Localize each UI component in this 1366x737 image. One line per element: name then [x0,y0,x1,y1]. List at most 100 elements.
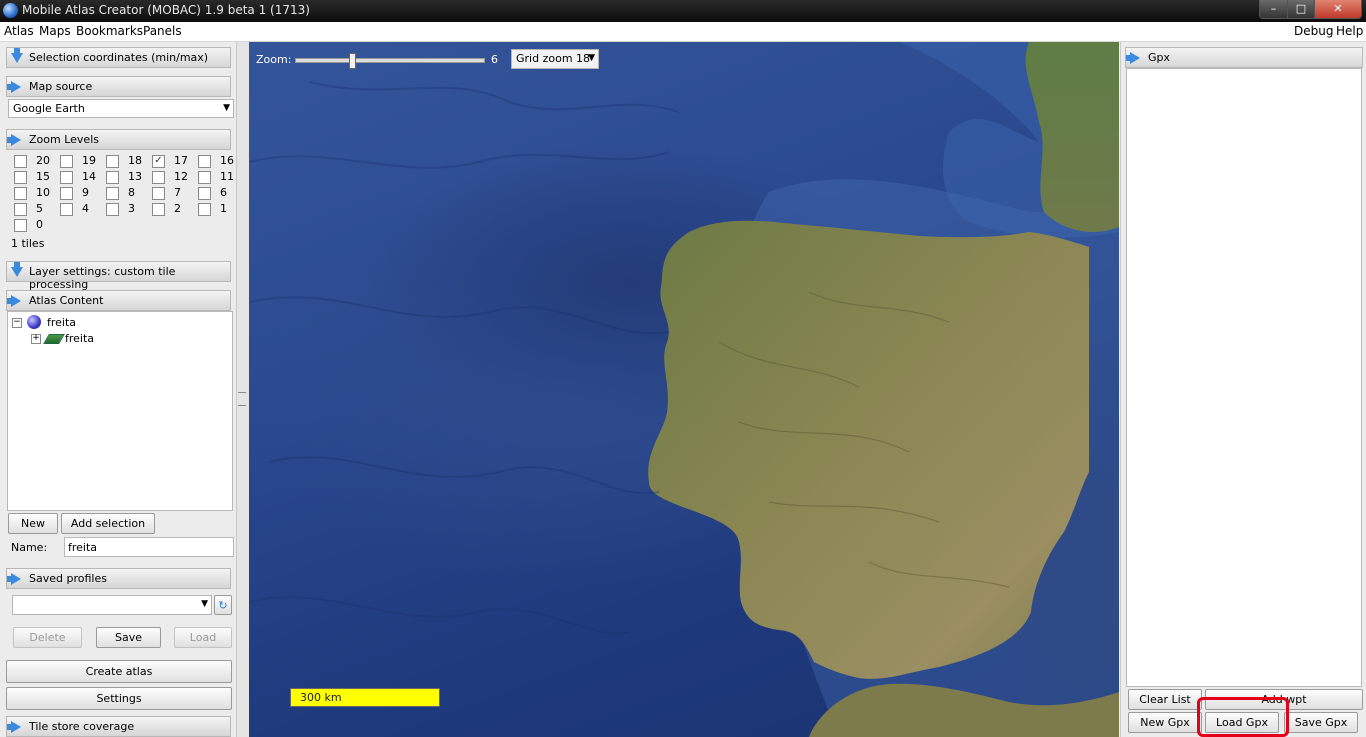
splitter-grip-icon[interactable] [238,392,246,406]
map-source-select[interactable]: Google Earth ▼ [8,99,234,118]
zoom-level-checkbox[interactable] [198,171,211,184]
clear-list-button[interactable]: Clear List [1128,689,1202,710]
grid-zoom-select[interactable]: Grid zoom 18 ▼ [511,49,599,69]
save-gpx-button[interactable]: Save Gpx [1284,712,1358,733]
tree-collapse-icon[interactable]: − [12,318,22,328]
zoom-level-checkbox[interactable] [14,187,27,200]
zoom-slider-thumb[interactable] [349,53,356,69]
layer-icon [43,334,65,344]
tiles-count: 1 tiles [11,237,45,250]
zoom-level-number: 1 [220,202,227,215]
maximize-icon: □ [1295,2,1307,15]
minimize-button[interactable]: – [1259,0,1288,19]
section-title: Gpx [1148,51,1171,64]
zoom-level-checkbox[interactable]: ✓ [152,155,165,168]
atlas-name-field[interactable]: freita [64,537,234,557]
expanded-arrow-icon [1126,52,1140,64]
section-saved-profiles[interactable]: Saved profiles [6,568,231,589]
zoom-level-checkbox[interactable] [14,219,27,232]
section-title: Tile store coverage [29,720,135,733]
atlas-globe-icon [27,315,41,329]
menu-maps[interactable]: Maps [39,24,71,38]
map-view[interactable]: Zoom: 6 Grid zoom 18 ▼ 300 km [249,42,1119,737]
zoom-level-checkbox[interactable] [14,203,27,216]
zoom-level-checkbox[interactable] [106,155,119,168]
refresh-icon: ↻ [218,599,228,612]
zoom-level-checkbox[interactable] [60,171,73,184]
zoom-level-checkbox[interactable] [14,155,27,168]
map-scale-bar: 300 km [290,688,440,707]
zoom-level-number: 8 [128,186,135,199]
gpx-tree-list[interactable] [1126,68,1362,687]
section-atlas-content[interactable]: Atlas Content [6,290,231,311]
menu-debug[interactable]: Debug [1294,24,1333,38]
new-gpx-button[interactable]: New Gpx [1128,712,1202,733]
saved-profiles-select[interactable]: ▼ [12,595,212,615]
zoom-level-checkbox[interactable] [152,171,165,184]
zoom-level-checkbox[interactable] [152,187,165,200]
section-tile-store-coverage[interactable]: Tile store coverage [6,716,231,737]
tree-layer-node[interactable]: freita [65,332,94,345]
refresh-profiles-button[interactable]: ↻ [214,595,232,615]
zoom-level-number: 7 [174,186,181,199]
grid-zoom-value: Grid zoom 18 [516,52,591,65]
zoom-level-checkbox[interactable] [60,203,73,216]
name-label: Name: [11,541,48,554]
save-profile-button[interactable]: Save [96,627,161,648]
zoom-level-grid: 20 19 18 ✓ 17 16 15 14 13 12 11 10 9 8 7 6 5 4 3 2 1 0 [14,154,234,235]
menu-bookmarks[interactable]: Bookmarks [76,24,143,38]
zoom-level-checkbox[interactable] [152,203,165,216]
atlas-name-value: freita [68,541,98,554]
menu-bar: Atlas Maps Bookmarks Panels Debug Help [0,22,1366,42]
menu-panels[interactable]: Panels [143,24,182,38]
delete-profile-button[interactable]: Delete [13,627,82,648]
right-panel: Gpx Clear List Add wpt New Gpx Load Gpx … [1120,42,1366,737]
zoom-level-checkbox[interactable] [198,203,211,216]
atlas-content-tree[interactable]: − freita + freita [7,311,233,511]
tree-expand-icon[interactable]: + [31,334,41,344]
collapsed-arrow-icon [11,48,23,63]
expanded-arrow-icon [7,134,21,146]
window-title: Mobile Atlas Creator (MOBAC) 1.9 beta 1 … [22,3,310,17]
tree-atlas-root[interactable]: freita [47,316,76,329]
map-source-value: Google Earth [13,102,85,115]
zoom-level-checkbox[interactable] [106,187,119,200]
section-title: Saved profiles [29,572,107,585]
load-profile-button[interactable]: Load [174,627,232,648]
zoom-level-number: 5 [36,202,43,215]
menu-help[interactable]: Help [1336,24,1363,38]
collapsed-arrow-icon [11,262,23,277]
zoom-level-checkbox[interactable] [14,171,27,184]
zoom-slider-track[interactable] [295,53,485,69]
create-atlas-button[interactable]: Create atlas [6,660,232,683]
maximize-button[interactable]: □ [1287,0,1315,19]
section-gpx[interactable]: Gpx [1125,47,1363,68]
settings-button[interactable]: Settings [6,687,232,710]
zoom-level-number: 6 [220,186,227,199]
zoom-level-checkbox[interactable] [198,155,211,168]
section-title: Selection coordinates (min/max) [29,51,209,64]
zoom-level-checkbox[interactable] [198,187,211,200]
zoom-level-number: 19 [82,154,96,167]
zoom-level-number: 3 [128,202,135,215]
add-selection-button[interactable]: Add selection [61,513,155,534]
left-panel: Selection coordinates (min/max) Map sour… [0,42,236,737]
panel-splitter[interactable] [236,42,249,737]
section-title: Zoom Levels [29,133,99,146]
zoom-level-number: 12 [174,170,188,183]
section-layer-settings[interactable]: Layer settings: custom tile processing [6,261,231,291]
menu-atlas[interactable]: Atlas [4,24,34,38]
close-button[interactable]: ✕ [1314,0,1362,19]
zoom-level-number: 14 [82,170,96,183]
map-imagery [249,42,1119,737]
zoom-level-checkbox[interactable] [106,203,119,216]
new-atlas-button[interactable]: New [8,513,58,534]
zoom-level-checkbox[interactable] [60,155,73,168]
zoom-level-checkbox[interactable] [106,171,119,184]
section-map-source[interactable]: Map source [6,76,231,97]
section-selection-coordinates[interactable]: Selection coordinates (min/max) [6,47,231,68]
zoom-level-checkbox[interactable] [60,187,73,200]
zoom-level-number: 10 [36,186,50,199]
section-zoom-levels[interactable]: Zoom Levels [6,129,231,150]
zoom-level-number: 2 [174,202,181,215]
